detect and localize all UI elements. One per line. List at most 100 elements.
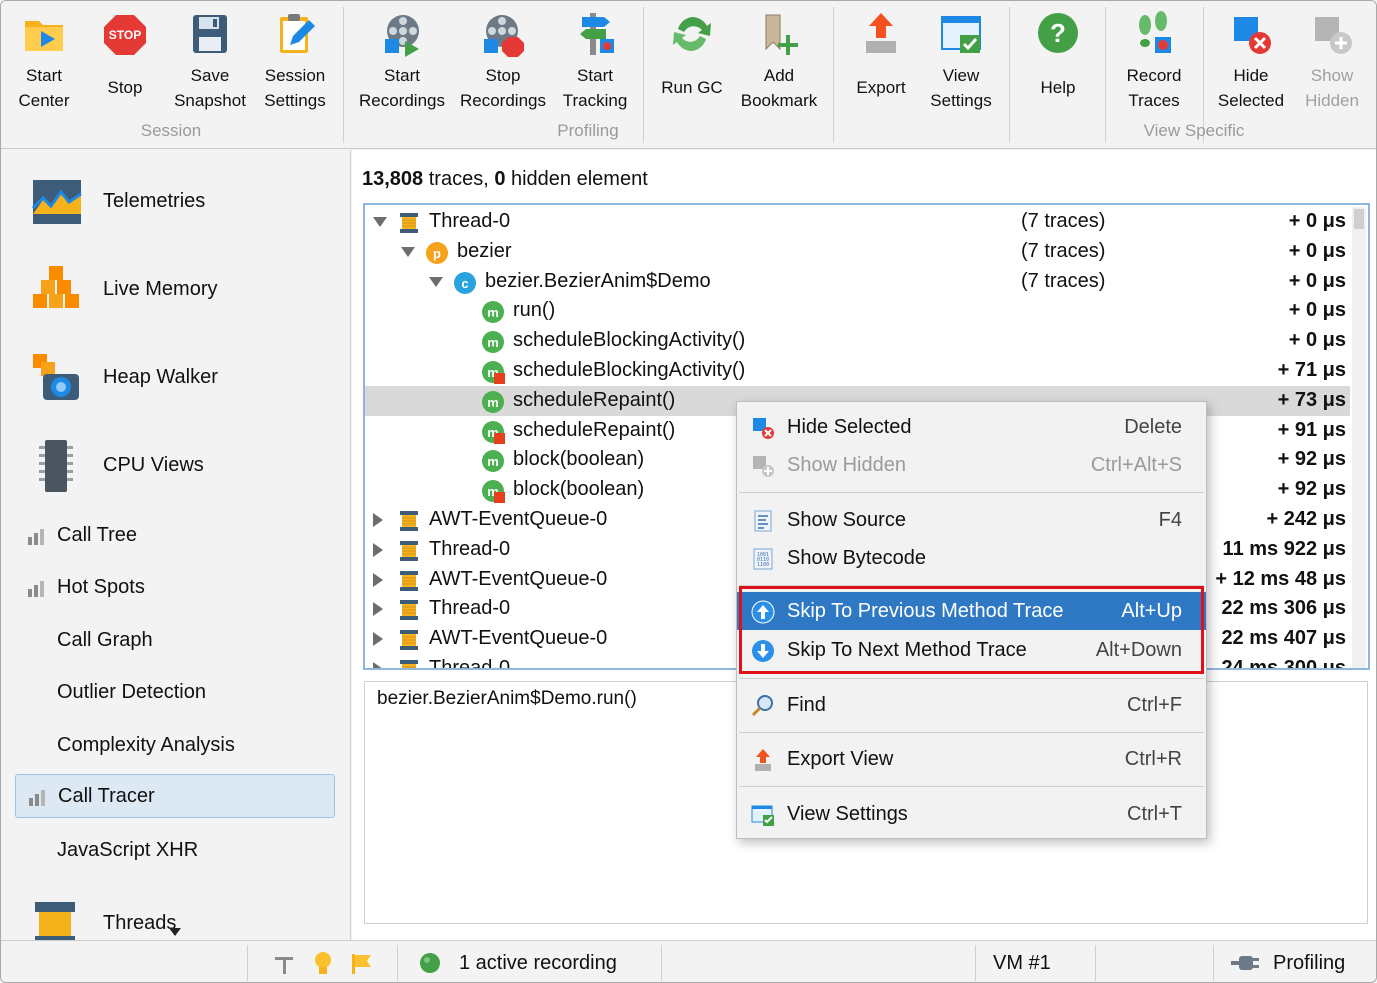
stop-recordings-button[interactable]: Stop Recordings (457, 7, 549, 113)
pin-icon[interactable] (271, 951, 297, 977)
trace-detail-text: bezier.BezierAnim$Demo.run() (377, 688, 637, 709)
view-settings-button[interactable]: View Settings (923, 7, 999, 113)
expand-arrow-icon[interactable] (373, 513, 383, 527)
method-icon: m (481, 390, 505, 414)
sidebar-item-complexity-analysis[interactable]: Complexity Analysis (15, 724, 335, 768)
tree-row[interactable]: m scheduleBlockingActivity() + 0 μs (365, 326, 1350, 356)
session-settings-label-2: Settings (264, 91, 326, 110)
tree-row-time: + 242 μs (1266, 508, 1346, 530)
tree-row[interactable]: Thread-0 (7 traces) + 0 μs (365, 207, 1350, 237)
sidebar-item-label: Telemetries (103, 190, 206, 212)
collapse-arrow-icon[interactable] (401, 246, 415, 257)
tree-row[interactable]: m scheduleBlockingActivity() + 71 μs (365, 356, 1350, 386)
menu-item-show-bytecode[interactable]: 1001 0110 1100 Show Bytecode (737, 539, 1206, 577)
view-settings-label-1: View (942, 66, 980, 85)
expand-arrow-icon[interactable] (373, 602, 383, 617)
sidebar-item-call-tracer[interactable]: Call Tracer (15, 774, 335, 818)
start-center-button[interactable]: Start Center (7, 7, 81, 113)
bar-chart-icon (28, 529, 44, 545)
stop-button[interactable]: STOP Stop (93, 7, 157, 113)
status-separator (975, 945, 976, 981)
toolbar-separator (343, 7, 344, 143)
expand-arrow-icon[interactable] (373, 632, 383, 647)
session-settings-button[interactable]: Session Settings (255, 7, 335, 113)
svg-text:p: p (433, 246, 441, 261)
menu-separator (739, 732, 1204, 733)
help-icon: ? (1038, 13, 1078, 53)
add-bookmark-button[interactable]: Add Bookmark (735, 7, 823, 113)
svg-text:?: ? (1050, 18, 1066, 48)
toolbar-separator (833, 7, 834, 143)
collapse-arrow-icon[interactable] (429, 276, 443, 287)
hide-selected-button[interactable]: Hide Selected (1211, 7, 1291, 113)
menu-item-show-source[interactable]: Show Source F4 (737, 501, 1206, 539)
menu-separator (739, 492, 1204, 493)
menu-item-export-view[interactable]: Export View Ctrl+R (737, 740, 1206, 778)
expand-arrow-icon[interactable] (373, 572, 383, 587)
tree-scrollbar[interactable] (1352, 207, 1366, 668)
recycle-icon (673, 17, 711, 51)
thread-icon (397, 628, 421, 652)
bookmark-add-icon (765, 14, 798, 55)
sidebar-item-telemetries[interactable]: Telemetries (25, 168, 335, 238)
record-traces-button[interactable]: Record Traces (1115, 7, 1193, 113)
help-button[interactable]: ? Help (1023, 7, 1093, 113)
thread-icon (397, 539, 421, 563)
svg-text:STOP: STOP (109, 28, 141, 42)
run-gc-button[interactable]: Run GC (653, 7, 731, 113)
status-separator (661, 945, 662, 981)
expand-arrow-icon[interactable] (373, 662, 383, 668)
sidebar-item-cpu-views[interactable]: CPU Views (25, 432, 335, 502)
save-snapshot-button[interactable]: Save Snapshot (167, 7, 253, 113)
menu-item-shortcut: Ctrl+T (1127, 803, 1182, 825)
start-tracking-button[interactable]: Start Tracking (557, 7, 633, 113)
sidebar-item-javascript-xhr[interactable]: JavaScript XHR (15, 829, 335, 873)
start-center-label-2: Center (18, 91, 70, 110)
sidebar-item-label: Call Graph (57, 629, 153, 651)
collapse-arrow-icon[interactable] (373, 217, 387, 227)
expand-arrow-icon[interactable] (373, 542, 383, 557)
export-button[interactable]: Export (847, 7, 915, 113)
thread-icon (397, 509, 421, 533)
tree-row-name: bezier.BezierAnim$Demo (485, 269, 711, 292)
package-icon: p (425, 241, 449, 265)
tree-row[interactable]: c bezier.BezierAnim$Demo (7 traces) + 0 μs (365, 267, 1350, 297)
tree-row[interactable]: p bezier (7 traces) + 0 μs (365, 237, 1350, 267)
sidebar-item-hot-spots[interactable]: Hot Spots (15, 566, 335, 610)
sidebar-item-outlier-detection[interactable]: Outlier Detection (15, 671, 335, 715)
tree-row-time: + 0 μs (1288, 299, 1346, 322)
sidebar-item-live-memory[interactable]: Live Memory (25, 256, 335, 326)
tree-scrollbar-thumb[interactable] (1354, 209, 1364, 229)
menu-separator (739, 678, 1204, 679)
show-hidden-label-1: Show (1310, 66, 1354, 85)
start-tracking-label-2: Tracking (562, 91, 628, 110)
menu-item-skip-next[interactable]: Skip To Next Method Trace Alt+Down (737, 631, 1206, 669)
menu-item-skip-previous[interactable]: Skip To Previous Method Trace Alt+Up (737, 592, 1206, 630)
record-traces-label-2: Traces (1128, 91, 1180, 110)
help-label: Help (1040, 78, 1076, 97)
sidebar-item-label: CPU Views (103, 454, 204, 476)
sidebar-item-label: Call Tree (57, 524, 138, 546)
menu-item-find[interactable]: Find Ctrl+F (737, 686, 1206, 724)
export-label: Export (856, 78, 906, 97)
menu-item-shortcut: Alt+Up (1121, 600, 1182, 622)
vm-label[interactable]: VM #1 (993, 952, 1051, 975)
show-hidden-button[interactable]: Show Hidden (1295, 7, 1369, 113)
menu-item-label: Hide Selected (787, 416, 912, 438)
sidebar-item-heap-walker[interactable]: Heap Walker (25, 344, 335, 414)
sidebar-item-call-graph[interactable]: Call Graph (15, 619, 335, 663)
flag-icon[interactable] (349, 951, 375, 977)
magnifier-icon (751, 695, 773, 717)
menu-item-show-hidden[interactable]: Show Hidden Ctrl+Alt+S (737, 446, 1206, 484)
menu-item-view-settings[interactable]: View Settings Ctrl+T (737, 795, 1206, 833)
menu-item-hide-selected[interactable]: Hide Selected Delete (737, 408, 1206, 446)
tree-row-name: block(boolean) (513, 448, 645, 471)
sidebar-item-call-tree[interactable]: Call Tree (15, 514, 335, 558)
view-settings-icon (941, 16, 981, 53)
tree-row-name: AWT-EventQueue-0 (429, 567, 608, 590)
start-recordings-button[interactable]: Start Recordings (355, 7, 449, 113)
scroll-down-icon[interactable] (169, 928, 181, 936)
lightbulb-icon[interactable] (311, 950, 335, 978)
tree-row[interactable]: m run() + 0 μs (365, 296, 1350, 326)
method-hot-icon: m (481, 479, 505, 504)
